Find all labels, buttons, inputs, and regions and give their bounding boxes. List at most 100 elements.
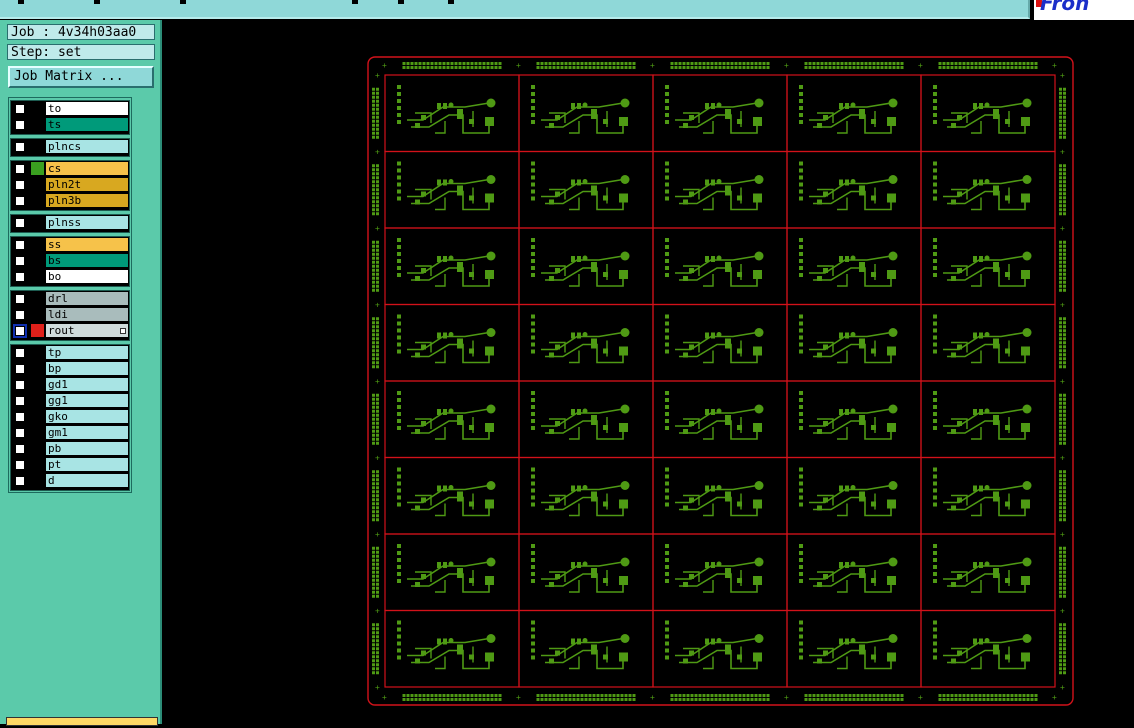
layer-color-swatch[interactable] — [31, 426, 44, 439]
layer-name[interactable]: pln3b — [46, 194, 128, 207]
layer-row-d[interactable]: d — [11, 473, 129, 488]
layer-row-cs[interactable]: cs — [11, 161, 129, 176]
layer-checkbox[interactable] — [15, 142, 25, 152]
job-matrix-button[interactable]: Job Matrix ... — [8, 66, 154, 88]
layer-name[interactable]: d — [46, 474, 128, 487]
layer-name[interactable]: pt — [46, 458, 128, 471]
layer-name[interactable]: gg1 — [46, 394, 128, 407]
layer-name[interactable]: gm1 — [46, 426, 128, 439]
layer-name[interactable]: to — [46, 102, 128, 115]
layer-color-swatch[interactable] — [31, 410, 44, 423]
layer-checkbox[interactable] — [15, 196, 25, 206]
layer-color-swatch[interactable] — [31, 394, 44, 407]
layer-checkbox[interactable] — [15, 428, 25, 438]
layer-row-pln3b[interactable]: pln3b — [11, 193, 129, 208]
layer-checkbox[interactable] — [15, 310, 25, 320]
layer-row-ldi[interactable]: ldi — [11, 307, 129, 322]
layer-checkbox[interactable] — [15, 218, 25, 228]
layer-row-drl[interactable]: drl — [11, 291, 129, 306]
toolbar-strip[interactable] — [0, 0, 1030, 19]
layer-checkbox[interactable] — [15, 364, 25, 374]
layer-checkbox[interactable] — [15, 460, 25, 470]
layer-row-pb[interactable]: pb — [11, 441, 129, 456]
layer-name[interactable]: pb — [46, 442, 128, 455]
layer-name[interactable]: tp — [46, 346, 128, 359]
layer-row-pt[interactable]: pt — [11, 457, 129, 472]
layer-color-swatch[interactable] — [31, 308, 44, 321]
layer-name[interactable]: ts — [46, 118, 128, 131]
layer-checkbox[interactable] — [15, 412, 25, 422]
layer-row-ts[interactable]: ts — [11, 117, 129, 132]
layer-row-tp[interactable]: tp — [11, 345, 129, 360]
layer-color-swatch[interactable] — [31, 102, 44, 115]
layer-checkbox[interactable] — [15, 444, 25, 454]
square-pad — [485, 576, 494, 585]
layer-row-bp[interactable]: bp — [11, 361, 129, 376]
layer-checkbox[interactable] — [15, 120, 25, 130]
layer-color-swatch[interactable] — [31, 118, 44, 131]
layer-name[interactable]: ss — [46, 238, 128, 251]
layer-name[interactable]: bo — [46, 270, 128, 283]
layer-name[interactable]: bp — [46, 362, 128, 375]
bottom-panel-stub[interactable] — [6, 717, 158, 726]
layer-name[interactable]: cs — [46, 162, 128, 175]
layer-name[interactable]: drl — [46, 292, 128, 305]
layer-checkbox[interactable] — [15, 396, 25, 406]
layer-checkbox[interactable] — [15, 164, 25, 174]
layer-checkbox[interactable] — [13, 324, 27, 338]
layer-name[interactable]: ldi — [46, 308, 128, 321]
layer-name[interactable]: pln2t — [46, 178, 128, 191]
coupon-pad — [372, 433, 375, 437]
layer-color-swatch[interactable] — [31, 324, 44, 337]
layer-name[interactable]: rout — [46, 324, 128, 337]
layer-checkbox[interactable] — [15, 240, 25, 250]
component-pad — [603, 272, 608, 277]
layer-color-swatch[interactable] — [31, 270, 44, 283]
layer-row-plncs[interactable]: plncs — [11, 139, 129, 154]
coupon-pad — [372, 280, 375, 284]
layer-row-gd1[interactable]: gd1 — [11, 377, 129, 392]
layer-color-swatch[interactable] — [31, 458, 44, 471]
layer-color-swatch[interactable] — [31, 378, 44, 391]
coupon-pad — [580, 698, 584, 701]
layer-checkbox[interactable] — [15, 256, 25, 266]
layer-row-plnss[interactable]: plnss — [11, 215, 129, 230]
smd-pad — [933, 335, 937, 340]
component-pad — [845, 103, 849, 109]
graphic-editor-canvas[interactable]: + + + + + + + + + + + + + + + + + + + + + + + + + + + + + + — [162, 20, 1134, 724]
layer-checkbox[interactable] — [15, 272, 25, 282]
layer-color-swatch[interactable] — [31, 162, 44, 175]
layer-row-bo[interactable]: bo — [11, 269, 129, 284]
layer-checkbox[interactable] — [15, 180, 25, 190]
layer-color-swatch[interactable] — [31, 216, 44, 229]
layer-row-rout[interactable]: rout — [11, 323, 129, 338]
layer-checkbox[interactable] — [15, 348, 25, 358]
layer-color-swatch[interactable] — [31, 194, 44, 207]
layer-checkbox[interactable] — [15, 380, 25, 390]
layer-name[interactable]: plnss — [46, 216, 128, 229]
layer-name[interactable]: plncs — [46, 140, 128, 153]
layer-row-to[interactable]: to — [11, 101, 129, 116]
layer-checkbox[interactable] — [15, 294, 25, 304]
layer-row-gko[interactable]: gko — [11, 409, 129, 424]
layer-row-gg1[interactable]: gg1 — [11, 393, 129, 408]
layer-row-bs[interactable]: bs — [11, 253, 129, 268]
layer-color-swatch[interactable] — [31, 362, 44, 375]
layer-name[interactable]: bs — [46, 254, 128, 267]
layer-color-swatch[interactable] — [31, 474, 44, 487]
layer-row-ss[interactable]: ss — [11, 237, 129, 252]
layer-color-swatch[interactable] — [31, 140, 44, 153]
layer-color-swatch[interactable] — [31, 238, 44, 251]
layer-row-gm1[interactable]: gm1 — [11, 425, 129, 440]
layer-color-swatch[interactable] — [31, 178, 44, 191]
layer-checkbox[interactable] — [15, 104, 25, 114]
layer-name[interactable]: gko — [46, 410, 128, 423]
layer-color-swatch[interactable] — [31, 254, 44, 267]
coupon-pad — [880, 66, 884, 69]
layer-color-swatch[interactable] — [31, 346, 44, 359]
layer-name[interactable]: gd1 — [46, 378, 128, 391]
layer-color-swatch[interactable] — [31, 442, 44, 455]
layer-row-pln2t[interactable]: pln2t — [11, 177, 129, 192]
layer-checkbox[interactable] — [15, 476, 25, 486]
layer-color-swatch[interactable] — [31, 292, 44, 305]
